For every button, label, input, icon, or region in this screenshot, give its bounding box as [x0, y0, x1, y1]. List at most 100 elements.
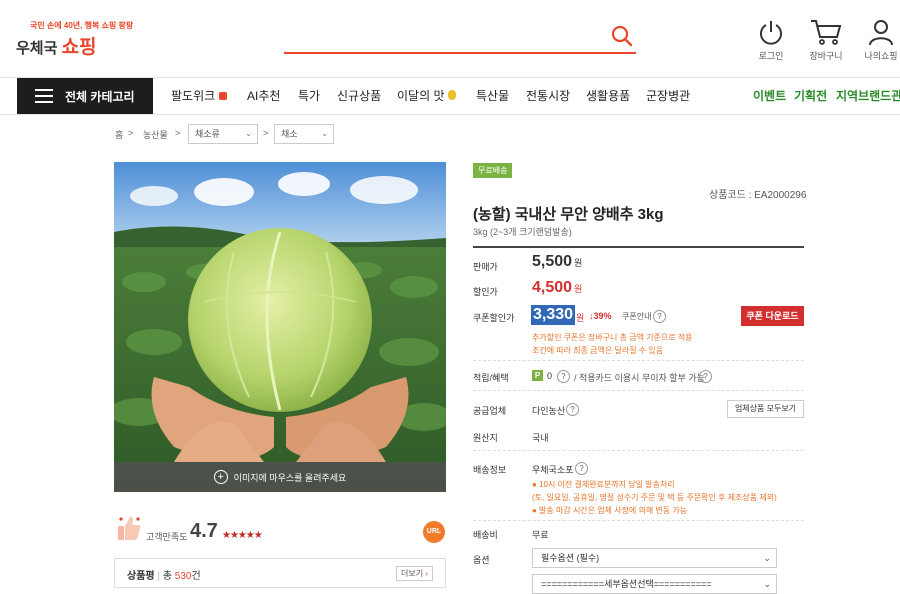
divider [473, 450, 804, 451]
site-logo[interactable]: 국민 손에 40년, 행복 쇼핑 팡팡 우체국 쇼핑 [16, 20, 133, 58]
nav-item-military[interactable]: 군장병관 [646, 78, 690, 114]
delivery-company: 우체국소포 [532, 465, 574, 475]
rating-stars: ★★★★★ [222, 530, 263, 541]
nav-item-event[interactable]: 이벤트 [753, 78, 786, 114]
url-share-button[interactable]: URL [423, 521, 445, 543]
delivery-note-3: ● 발송 마감 시간은 업체 사정에 의해 변동 가능 [532, 506, 688, 515]
power-icon [760, 21, 782, 45]
thumbs-up-icon [116, 514, 142, 542]
cart-button[interactable]: 장바구니 [806, 18, 846, 62]
points-extra: / 적용카드 이용시 무이자 할부 가능 [574, 373, 705, 383]
coupon-percent: ↓39% [589, 311, 612, 321]
help-icon[interactable]: ? [557, 370, 570, 383]
flag-icon [218, 92, 227, 100]
plus-circle-icon: + [213, 470, 228, 484]
coupon-price: 3,330 [531, 305, 576, 325]
shipping-fee-value: 무료 [532, 530, 549, 540]
all-categories-label: 전체 카테고리 [65, 89, 135, 104]
free-shipping-badge: 무료배송 [473, 163, 513, 178]
logo-tagline: 국민 손에 40년, 행복 쇼핑 팡팡 [30, 21, 134, 30]
help-icon[interactable]: ? [653, 310, 666, 323]
coupon-info-label: 쿠폰안내 [622, 312, 652, 321]
login-button[interactable]: 로그인 [751, 18, 791, 62]
supplier-name[interactable]: 다인농산 [532, 404, 565, 417]
divider [473, 246, 804, 248]
delivery-label: 배송정보 [473, 465, 507, 475]
nav-item-ai[interactable]: AI추천 [247, 78, 280, 114]
sale-price: 5,500 원 [532, 253, 583, 270]
my-shopping-label: 나의쇼핑 [864, 51, 898, 61]
nav-item-traditional-market[interactable]: 전통시장 [526, 78, 570, 114]
supplier-label: 공급업체 [473, 406, 507, 416]
image-hover-hint: + 이미지에 마우스를 올려주세요 [114, 462, 446, 492]
my-shopping-button[interactable]: 나의쇼핑 [861, 18, 900, 62]
help-icon[interactable]: ? [699, 370, 712, 383]
cart-icon [811, 20, 842, 45]
points-value: 0 [547, 371, 553, 381]
chevron-down-icon: ⌄ [321, 129, 328, 138]
image-hover-text: 이미지에 마우스를 올려주세요 [233, 472, 347, 483]
discount-price: 4,500 원 [532, 279, 583, 296]
nav-item-regional-brand[interactable]: 지역브랜드관 [836, 78, 900, 114]
chevron-down-icon: ⌄ [245, 129, 252, 138]
chevron-right-icon: > [263, 128, 269, 138]
all-categories-button[interactable]: 전체 카테고리 [17, 78, 153, 114]
menu-icon [35, 89, 53, 103]
breadcrumb-home[interactable]: 홈 [115, 128, 123, 141]
search-icon[interactable] [610, 24, 634, 48]
option-select-detail[interactable]: ============세부옵션선택=========== ⌄ [532, 574, 777, 594]
delivery-note-1: ● 10시 이전 결제완료분까지 당일 발송처리 [532, 480, 675, 489]
breadcrumb-level1[interactable]: 농산물 [143, 128, 168, 141]
login-label: 로그인 [758, 51, 784, 61]
price-label: 판매가 [473, 262, 498, 272]
option-select-required[interactable]: 필수옵션 (필수) ⌄ [532, 548, 777, 568]
chevron-down-icon: ⌄ [763, 579, 771, 589]
review-more-button[interactable]: 더보기 › [396, 566, 433, 581]
nav-item-monthly-taste[interactable]: 이달의 맛 [397, 78, 456, 114]
origin-label: 원산지 [473, 433, 498, 443]
search-input[interactable] [284, 20, 594, 50]
chevron-right-icon: > [175, 128, 181, 138]
coupon-note-1: 추가할인 쿠폰은 장바구니 총 금액 기준으로 적용 [532, 333, 693, 342]
breadcrumb-select-1[interactable]: 채소류 ⌄ [188, 124, 258, 144]
nav-item-new[interactable]: 신규상품 [337, 78, 381, 114]
search-bar [284, 20, 636, 54]
product-subtitle: 3kg (2~3개 크기랜덤발송) [473, 227, 572, 237]
divider [0, 114, 900, 115]
shipping-fee-label: 배송비 [473, 530, 498, 540]
divider [473, 390, 804, 391]
discount-label: 할인가 [473, 287, 498, 297]
product-title: (농할) 국내산 무안 양배추 3kg [473, 206, 664, 223]
delivery-note-2: (토, 일요일, 공휴일, 명절 성수기 주문 및 택 등 주문확인 후 제조상… [532, 493, 777, 502]
rating-value: 4.7 [190, 520, 218, 542]
coupon-label: 쿠폰할인가 [473, 313, 515, 323]
nav-item-special[interactable]: 특가 [298, 78, 320, 114]
nav-item-exhibition[interactable]: 기획전 [794, 78, 827, 114]
chevron-down-icon: ⌄ [763, 553, 771, 563]
logo-name: 우체국 쇼핑 [16, 37, 97, 58]
breadcrumb-select-2[interactable]: 채소 ⌄ [274, 124, 334, 144]
option-label: 옵션 [473, 555, 490, 565]
points-icon: P [532, 370, 543, 381]
help-icon[interactable]: ? [566, 403, 579, 416]
review-text: 상품평 | 총 530건 [127, 571, 201, 582]
nav-item-living[interactable]: 생활용품 [586, 78, 630, 114]
divider [473, 360, 804, 361]
divider [473, 520, 804, 521]
coupon-download-button[interactable]: 쿠폰 다운로드 [741, 306, 804, 326]
nav-item-paldoweek[interactable]: 팔도위크 [171, 78, 227, 114]
help-icon[interactable]: ? [575, 462, 588, 475]
review-summary: 상품평 | 총 530건 더보기 › [114, 558, 446, 588]
coupon-won: 원 [576, 313, 585, 323]
coupon-note-2: 조건에 따라 최종 금액은 달라질 수 있음 [532, 346, 664, 355]
user-icon [869, 20, 893, 46]
product-code: 상품코드 : EA2000296 [709, 190, 807, 201]
rating-label: 고객만족도 [146, 532, 188, 542]
product-image[interactable] [114, 162, 446, 492]
supplier-products-button[interactable]: 업체상품 모두보기 [727, 400, 804, 418]
cart-label: 장바구니 [809, 51, 843, 61]
points-label: 적립/혜택 [473, 373, 509, 383]
corn-icon [447, 90, 456, 100]
origin-value: 국내 [532, 433, 549, 443]
nav-item-specialty[interactable]: 특산물 [476, 78, 509, 114]
